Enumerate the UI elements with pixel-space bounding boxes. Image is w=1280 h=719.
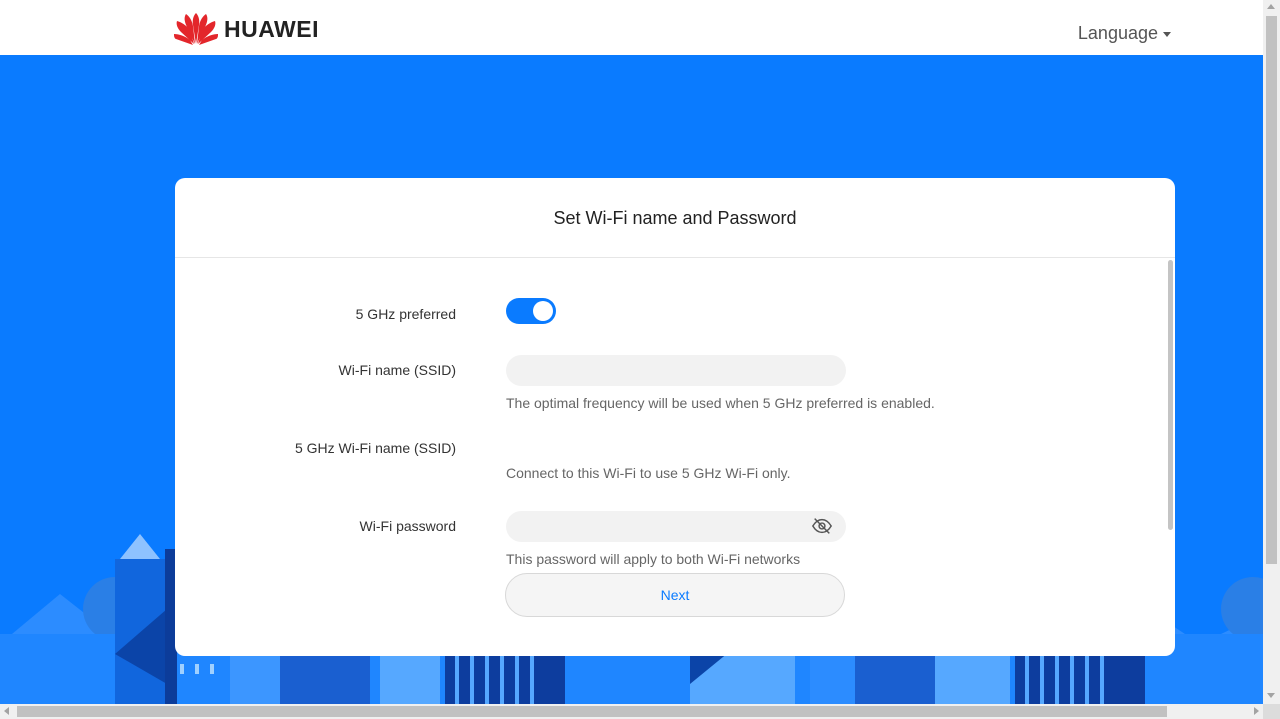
- ssid-label: Wi-Fi name (SSID): [338, 362, 456, 378]
- page-horizontal-scrollbar[interactable]: [0, 704, 1263, 719]
- scroll-left-icon[interactable]: [4, 707, 9, 715]
- ssid-5ghz-hint: Connect to this Wi-Fi to use 5 GHz Wi-Fi…: [506, 465, 791, 481]
- card-scrollbar[interactable]: [1168, 260, 1173, 530]
- password-input[interactable]: [506, 511, 846, 542]
- ssid-input[interactable]: [506, 355, 846, 386]
- card-title: Set Wi-Fi name and Password: [175, 178, 1175, 258]
- scroll-up-icon[interactable]: [1267, 4, 1275, 9]
- password-label: Wi-Fi password: [359, 518, 456, 534]
- scroll-down-icon[interactable]: [1267, 693, 1275, 698]
- ssid-5ghz-label: 5 GHz Wi-Fi name (SSID): [294, 440, 456, 456]
- language-dropdown[interactable]: Language: [1078, 23, 1171, 44]
- ssid-hint: The optimal frequency will be used when …: [506, 395, 935, 411]
- toggle-knob: [533, 301, 553, 321]
- huawei-petal-icon: [174, 13, 218, 45]
- language-label: Language: [1077, 23, 1158, 43]
- brand-wordmark: HUAWEI: [224, 15, 319, 42]
- scroll-thumb-vertical[interactable]: [1266, 16, 1277, 564]
- scroll-thumb-horizontal[interactable]: [17, 706, 1167, 717]
- top-header: HUAWEI Language: [0, 0, 1263, 55]
- scrollbar-corner: [1263, 704, 1280, 719]
- preferred-5ghz-toggle[interactable]: [506, 298, 556, 324]
- preferred-5ghz-label: 5 GHz preferred: [355, 306, 456, 322]
- scroll-right-icon[interactable]: [1254, 707, 1259, 715]
- ssid-5ghz-value: [506, 439, 846, 457]
- eye-slash-icon[interactable]: [811, 515, 833, 537]
- password-hint: This password will apply to both Wi-Fi n…: [506, 551, 801, 567]
- wifi-setup-card: Set Wi-Fi name and Password 5 GHz prefer…: [175, 178, 1175, 656]
- page-vertical-scrollbar[interactable]: [1263, 0, 1280, 704]
- huawei-logo[interactable]: HUAWEI: [174, 12, 319, 46]
- card-body: 5 GHz preferred Wi-Fi name (SSID) The op…: [175, 258, 1175, 656]
- next-button[interactable]: Next: [505, 573, 845, 617]
- caret-down-icon: [1163, 32, 1171, 37]
